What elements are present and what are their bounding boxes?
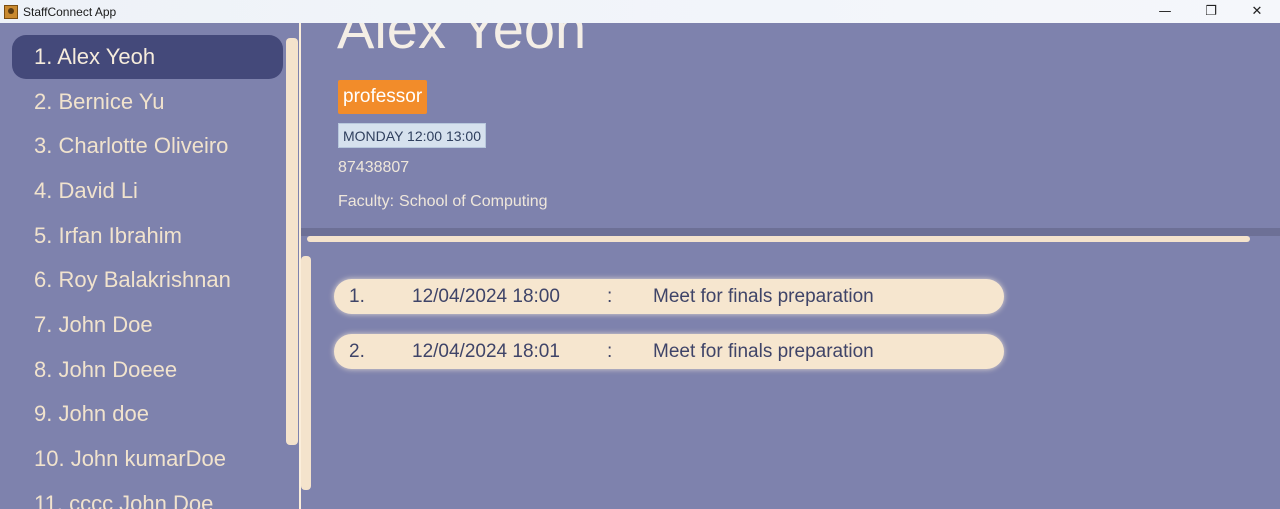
contact-list-item[interactable]: 2. Bernice Yu [12, 80, 283, 124]
meeting-item[interactable]: 1. 12/04/2024 18:00 : Meet for finals pr… [334, 279, 1004, 314]
meeting-datetime: 12/04/2024 18:01 [412, 340, 560, 362]
contact-list-item[interactable]: 5. Irfan Ibrahim [12, 214, 283, 258]
availability-badge: MONDAY 12:00 13:00 [338, 123, 487, 148]
maximize-button[interactable]: ❐ [1188, 0, 1234, 23]
faculty-value: School of Computing [399, 193, 548, 210]
meetings-scrollbar[interactable] [301, 256, 311, 490]
tag-badge: professor [338, 80, 428, 114]
meeting-separator: : [607, 285, 613, 307]
meeting-index: 1. [349, 285, 365, 307]
faculty-label: Faculty: [338, 193, 395, 210]
contact-label: 3. Charlotte Oliveiro [34, 133, 229, 158]
contact-list-item[interactable]: 11. cccc John Doe [12, 482, 283, 509]
contact-label: 4. David Li [34, 178, 138, 203]
contact-label: 2. Bernice Yu [34, 89, 165, 114]
meeting-datetime: 12/04/2024 18:00 [412, 285, 560, 307]
contact-label: 6. Roy Balakrishnan [34, 267, 231, 292]
window-controls: — ❐ ✕ [1142, 0, 1280, 23]
contact-list-item[interactable]: 4. David Li [12, 169, 283, 213]
meeting-index: 2. [349, 340, 365, 362]
close-button[interactable]: ✕ [1234, 0, 1280, 23]
contact-list-item-selected[interactable]: 1. Alex Yeoh [12, 35, 283, 79]
contact-label: 10. John kumarDoe [34, 446, 226, 471]
contact-label: 9. John doe [34, 401, 149, 426]
contact-list-item[interactable]: 8. John Doeee [12, 348, 283, 392]
title-bar: StaffConnect App — ❐ ✕ [0, 0, 1280, 23]
contact-label: 7. John Doe [34, 312, 153, 337]
contact-label: 11. cccc John Doe [34, 491, 214, 509]
details-separator [301, 228, 1280, 236]
meeting-description: Meet for finals preparation [653, 340, 874, 362]
phone-number: 87438807 [338, 159, 410, 176]
person-name: Alex Yeoh [337, 23, 587, 60]
contact-label: 8. John Doeee [34, 357, 178, 382]
meeting-separator: : [607, 340, 613, 362]
details-panel: Alex Yeoh professor MONDAY 12:00 13:00 8… [301, 23, 1280, 509]
contact-list-item[interactable]: 6. Roy Balakrishnan [12, 258, 283, 302]
contact-list-item[interactable]: 3. Charlotte Oliveiro [12, 124, 283, 168]
contact-label: 5. Irfan Ibrahim [34, 223, 182, 248]
meeting-description: Meet for finals preparation [653, 285, 874, 307]
contact-list-panel: 1. Alex Yeoh 2. Bernice Yu 3. Charlotte … [0, 23, 300, 509]
minimize-button[interactable]: — [1142, 0, 1188, 23]
contact-label: 1. Alex Yeoh [34, 44, 156, 69]
contact-list-item[interactable]: 7. John Doe [12, 303, 283, 347]
app-icon [4, 4, 18, 19]
meeting-item[interactable]: 2. 12/04/2024 18:01 : Meet for finals pr… [334, 334, 1004, 369]
panel-horizontal-scrollbar[interactable] [307, 236, 1250, 242]
contact-list-scrollbar[interactable] [286, 38, 298, 445]
contact-list-item[interactable]: 9. John doe [12, 392, 283, 436]
faculty-row: Faculty: School of Computing [338, 193, 548, 211]
window-title: StaffConnect App [23, 4, 117, 19]
person-details-card: Alex Yeoh professor MONDAY 12:00 13:00 8… [305, 23, 1271, 236]
contact-list-item[interactable]: 10. John kumarDoe [12, 437, 283, 481]
